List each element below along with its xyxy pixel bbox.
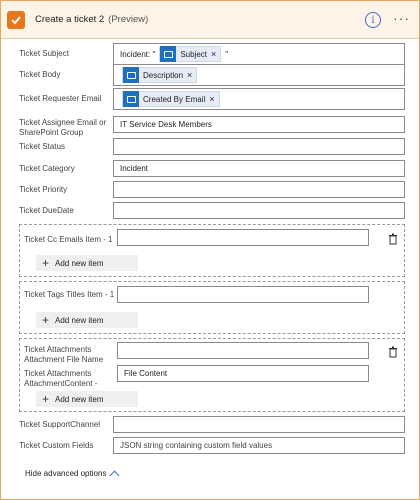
card-title-text: Create a ticket 2 <box>35 14 105 25</box>
ticket-assignee-input[interactable]: IT Service Desk Members <box>113 116 405 133</box>
created-by-email-token[interactable]: Created By Email × <box>122 91 220 107</box>
custom-fields-row: Ticket Custom Fields JSON string contain… <box>19 437 409 454</box>
chevron-up-icon <box>109 470 120 481</box>
support-channel-label: Ticket SupportChannel <box>19 420 101 429</box>
cc-emails-input[interactable] <box>117 229 369 246</box>
custom-fields-input[interactable]: JSON string containing custom field valu… <box>113 437 405 454</box>
attachments-group: Ticket Attachments Attachment File Name … <box>19 338 405 412</box>
card-title: Create a ticket 2 (Preview) <box>35 14 148 25</box>
ticket-status-row: Ticket Status <box>19 138 409 155</box>
subject-token-label: Subject <box>180 49 207 59</box>
add-new-item-label: Add new item <box>55 394 104 404</box>
info-icon[interactable]: i <box>365 12 381 28</box>
add-new-item-label: Add new item <box>55 258 104 268</box>
attachment-content-label: Ticket Attachments AttachmentContent - <box>24 369 98 388</box>
ticket-body-input[interactable]: Description × <box>113 64 405 86</box>
connector-logo-icon <box>7 10 25 29</box>
attachment-file-name-label: Ticket Attachments Attachment File Name <box>24 345 104 364</box>
plus-icon: + <box>42 392 50 406</box>
attachment-file-name-input[interactable] <box>117 342 369 359</box>
ticket-subject-row: Ticket Subject Incident: " Subject × " <box>19 43 409 65</box>
ticket-body-label: Ticket Body <box>19 70 61 79</box>
subject-suffix-text: " <box>225 49 229 59</box>
ticket-status-input[interactable] <box>113 138 405 155</box>
outlook-icon <box>160 46 177 62</box>
ticket-priority-input[interactable] <box>113 181 405 198</box>
remove-token-icon[interactable]: × <box>187 70 196 80</box>
ticket-subject-input[interactable]: Incident: " Subject × " <box>113 43 405 65</box>
delete-item-icon[interactable] <box>388 233 398 245</box>
ticket-requester-label: Ticket Requester Email <box>19 94 102 103</box>
attachment-content-input[interactable]: File Content <box>117 365 369 382</box>
ticket-subject-label: Ticket Subject <box>19 49 69 58</box>
ticket-priority-row: Ticket Priority <box>19 181 409 198</box>
ticket-priority-label: Ticket Priority <box>19 185 68 194</box>
ticket-duedate-label: Ticket DueDate <box>19 206 74 215</box>
created-by-email-token-label: Created By Email <box>143 94 206 104</box>
ticket-category-row: Ticket Category Incident <box>19 160 409 177</box>
subject-prefix-text: Incident: " <box>120 49 156 59</box>
remove-token-icon[interactable]: × <box>209 94 218 104</box>
tags-titles-input[interactable] <box>117 286 369 303</box>
ticket-duedate-row: Ticket DueDate <box>19 202 409 219</box>
description-token-label: Description <box>143 70 184 80</box>
ticket-assignee-label: Ticket Assignee Email or SharePoint Grou… <box>19 118 107 137</box>
hide-advanced-options-link[interactable]: Hide advanced options <box>25 468 120 481</box>
ticket-body-row: Ticket Body Description × <box>19 64 409 86</box>
support-channel-input[interactable] <box>113 416 405 433</box>
outlook-icon <box>123 91 139 107</box>
cc-emails-label: Ticket Cc Emails Item - 1 <box>24 235 113 244</box>
add-tags-item-button[interactable]: + Add new item <box>36 312 138 328</box>
outlook-icon <box>123 67 139 83</box>
add-cc-item-button[interactable]: + Add new item <box>36 255 138 271</box>
cc-emails-group: Ticket Cc Emails Item - 1 + Add new item <box>19 224 405 277</box>
remove-token-icon[interactable]: × <box>211 49 220 59</box>
card-header[interactable]: Create a ticket 2 (Preview) i ··· <box>1 1 419 39</box>
delete-item-icon[interactable] <box>388 346 398 358</box>
ticket-category-label: Ticket Category <box>19 164 75 173</box>
hide-advanced-options-label: Hide advanced options <box>25 469 107 478</box>
subject-token[interactable]: Subject × <box>159 46 222 62</box>
ticket-status-label: Ticket Status <box>19 142 65 151</box>
support-channel-row: Ticket SupportChannel <box>19 416 409 433</box>
ticket-duedate-input[interactable] <box>113 202 405 219</box>
description-token[interactable]: Description × <box>122 67 198 83</box>
tags-titles-label: Ticket Tags Titles Item - 1 <box>24 290 115 299</box>
plus-icon: + <box>42 256 50 270</box>
tags-titles-group: Ticket Tags Titles Item - 1 + Add new it… <box>19 281 405 334</box>
plus-icon: + <box>42 313 50 327</box>
action-card: Create a ticket 2 (Preview) i ··· Ticket… <box>0 0 420 500</box>
more-options-icon[interactable]: ··· <box>393 11 410 25</box>
ticket-requester-row: Ticket Requester Email Created By Email … <box>19 88 409 110</box>
add-attachment-item-button[interactable]: + Add new item <box>36 391 138 407</box>
preview-label: (Preview) <box>108 14 149 25</box>
custom-fields-label: Ticket Custom Fields <box>19 441 94 450</box>
ticket-requester-input[interactable]: Created By Email × <box>113 88 405 110</box>
ticket-assignee-row: Ticket Assignee Email or SharePoint Grou… <box>19 116 409 138</box>
add-new-item-label: Add new item <box>55 315 104 325</box>
ticket-category-input[interactable]: Incident <box>113 160 405 177</box>
